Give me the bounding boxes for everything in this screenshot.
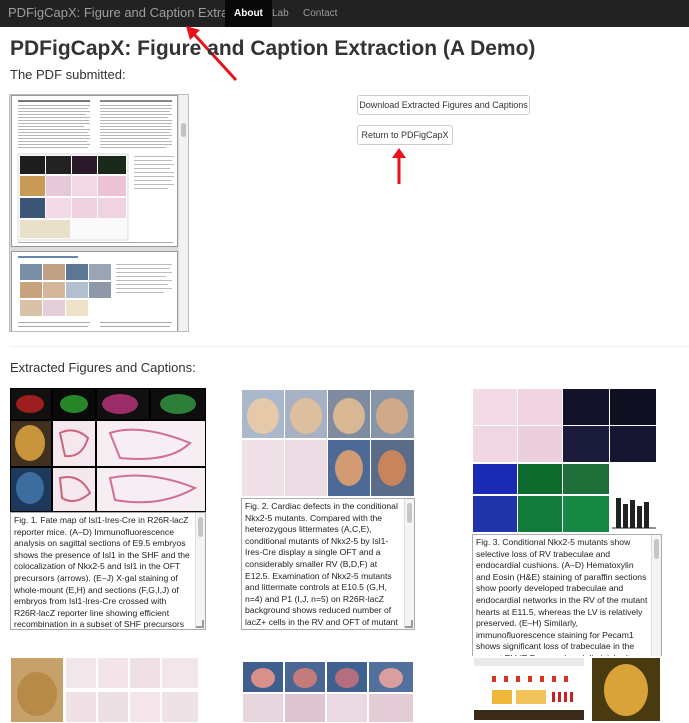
figure-1-caption-scrollbar[interactable] — [195, 513, 205, 629]
figure-2-image — [241, 388, 415, 498]
pdf-page-1 — [11, 95, 178, 247]
section-title: Extracted Figures and Captions: — [10, 360, 196, 375]
navbar: PDFigCapX: Figure and Caption Extraction… — [0, 0, 689, 27]
figure-4-image — [10, 654, 200, 723]
download-button[interactable]: Download Extracted Figures and Captions — [357, 95, 530, 115]
page-title: PDFigCapX: Figure and Caption Extraction… — [10, 37, 536, 60]
figure-5-image — [241, 660, 415, 723]
pdf-page-2 — [11, 251, 178, 331]
figure-3-image — [472, 388, 662, 534]
figure-1-image — [10, 388, 206, 512]
pdf-scroll-thumb[interactable] — [181, 123, 186, 137]
figure-1-resize-handle[interactable] — [196, 620, 204, 628]
section-divider — [10, 346, 689, 347]
figure-2-caption[interactable]: Fig. 2. Cardiac defects in the condition… — [241, 498, 415, 630]
figure-2-resize-handle[interactable] — [405, 620, 413, 628]
return-button[interactable]: Return to PDFigCapX — [357, 125, 453, 145]
navbar-brand[interactable]: PDFigCapX: Figure and Caption Extraction — [8, 5, 256, 20]
figure-3-caption-scrollbar[interactable] — [651, 535, 661, 665]
pdf-scrollbar[interactable] — [178, 95, 188, 331]
figure-2-caption-text: Fig. 2. Cardiac defects in the condition… — [245, 501, 398, 629]
figure-3-caption[interactable]: Fig. 3. Conditional Nkx2-5 mutants show … — [472, 534, 662, 666]
annotation-arrow-return — [392, 148, 406, 184]
nav-contact[interactable]: Contact — [294, 0, 346, 27]
pdf-label: The PDF submitted: — [10, 67, 126, 82]
figure-3-caption-text: Fig. 3. Conditional Nkx2-5 mutants show … — [476, 537, 648, 665]
figure-1-caption[interactable]: Fig. 1. Fate map of Isl1-Ires-Cre in R26… — [10, 512, 206, 630]
figure-6-image — [472, 656, 662, 723]
figure-2-caption-scrollbar[interactable] — [404, 499, 414, 629]
nav-lab[interactable]: Lab — [263, 0, 298, 27]
figure-1-caption-text: Fig. 1. Fate map of Isl1-Ires-Cre in R26… — [14, 515, 190, 630]
pdf-viewer[interactable] — [9, 94, 189, 332]
